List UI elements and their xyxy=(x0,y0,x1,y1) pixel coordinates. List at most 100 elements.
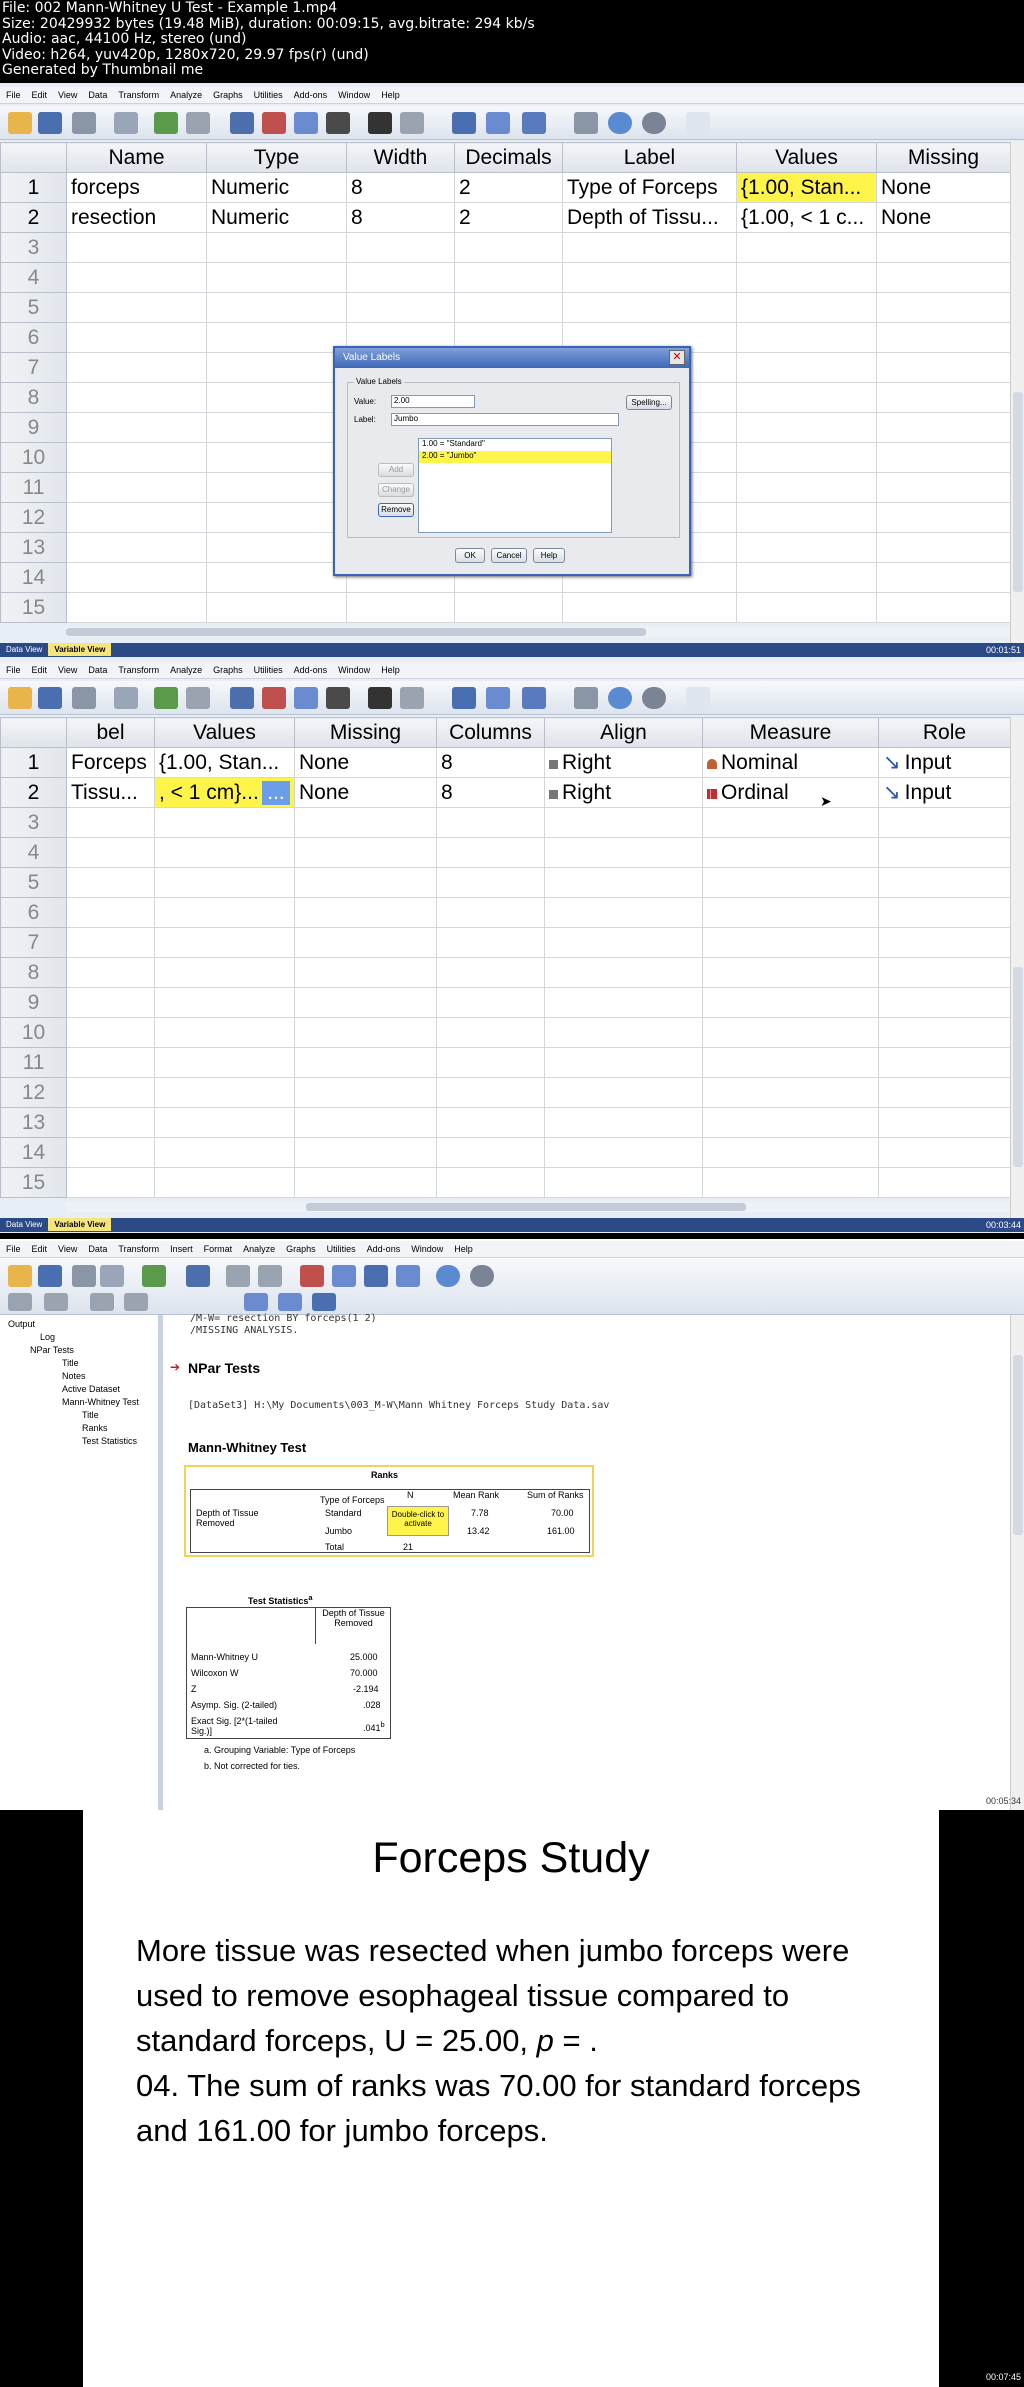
empty-cell[interactable] xyxy=(346,592,455,623)
row-number[interactable]: 13 xyxy=(0,532,67,563)
empty-cell[interactable] xyxy=(436,1017,545,1048)
cell-missing[interactable]: None xyxy=(876,172,1011,203)
row-number[interactable]: 14 xyxy=(0,562,67,593)
row-number[interactable]: 3 xyxy=(0,807,67,838)
redo-icon[interactable] xyxy=(186,687,210,709)
scroll-thumb[interactable] xyxy=(306,1203,746,1211)
empty-cell[interactable] xyxy=(206,382,347,413)
empty-cell[interactable] xyxy=(876,322,1011,353)
empty-cell[interactable] xyxy=(294,1107,437,1138)
cell-name[interactable]: resection xyxy=(66,202,207,233)
empty-cell[interactable] xyxy=(736,592,877,623)
empty-cell[interactable] xyxy=(454,592,563,623)
dialog-recall-icon[interactable] xyxy=(114,112,138,134)
menu-addons[interactable]: Add-ons xyxy=(288,662,333,675)
empty-cell[interactable] xyxy=(736,352,877,383)
tab-variable-view[interactable]: Variable View xyxy=(48,1218,112,1231)
empty-cell[interactable] xyxy=(876,232,1011,263)
label-field[interactable]: Jumbo xyxy=(391,413,619,426)
cell-align[interactable]: Right xyxy=(544,747,703,778)
empty-cell[interactable] xyxy=(206,322,347,353)
open-icon[interactable] xyxy=(8,687,32,709)
cell-measure[interactable]: Ordinal xyxy=(702,777,879,808)
empty-cell[interactable] xyxy=(66,837,155,868)
empty-cell[interactable] xyxy=(206,412,347,443)
empty-cell[interactable] xyxy=(66,927,155,958)
menu-utilities[interactable]: Utilities xyxy=(248,87,288,100)
split-file-icon[interactable] xyxy=(452,687,476,709)
empty-cell[interactable] xyxy=(878,807,1011,838)
scroll-thumb[interactable] xyxy=(1013,1355,1023,1535)
menu-analyze[interactable]: Analyze xyxy=(237,1241,280,1254)
row-number[interactable]: 1 xyxy=(0,747,67,778)
insert-heading-icon[interactable] xyxy=(312,1293,336,1311)
back-icon[interactable] xyxy=(8,1293,32,1311)
undo-icon[interactable] xyxy=(154,112,178,134)
cell-columns[interactable]: 8 xyxy=(436,747,545,778)
cell-type[interactable]: Numeric xyxy=(206,172,347,203)
vertical-scrollbar[interactable] xyxy=(1010,1315,1024,1810)
empty-cell[interactable] xyxy=(206,532,347,563)
empty-cell[interactable] xyxy=(436,1077,545,1108)
empty-cell[interactable] xyxy=(702,837,879,868)
empty-cell[interactable] xyxy=(66,412,207,443)
empty-cell[interactable] xyxy=(544,1047,703,1078)
row-number[interactable]: 13 xyxy=(0,1107,67,1138)
empty-cell[interactable] xyxy=(294,837,437,868)
menu-insert[interactable]: Insert xyxy=(164,1241,198,1254)
empty-cell[interactable] xyxy=(878,897,1011,928)
empty-cell[interactable] xyxy=(206,262,347,293)
empty-cell[interactable] xyxy=(562,292,737,323)
cell-name[interactable]: forceps xyxy=(66,172,207,203)
empty-cell[interactable] xyxy=(876,352,1011,383)
use-sets-icon[interactable] xyxy=(396,1265,420,1287)
empty-cell[interactable] xyxy=(154,867,295,898)
empty-cell[interactable] xyxy=(206,562,347,593)
scroll-thumb[interactable] xyxy=(1013,967,1023,1167)
empty-cell[interactable] xyxy=(544,987,703,1018)
scroll-thumb[interactable] xyxy=(1013,392,1023,592)
empty-cell[interactable] xyxy=(436,927,545,958)
row-number[interactable]: 8 xyxy=(0,382,67,413)
menu-file[interactable]: File xyxy=(0,1241,26,1254)
column-header-role[interactable]: Role xyxy=(878,717,1011,748)
print-icon[interactable] xyxy=(72,1265,96,1287)
empty-cell[interactable] xyxy=(294,1047,437,1078)
empty-cell[interactable] xyxy=(702,897,879,928)
empty-cell[interactable] xyxy=(154,1107,295,1138)
redo-icon[interactable] xyxy=(186,112,210,134)
row-number[interactable]: 9 xyxy=(0,412,67,443)
row-number[interactable]: 6 xyxy=(0,897,67,928)
empty-cell[interactable] xyxy=(736,562,877,593)
variables-icon[interactable] xyxy=(294,112,318,134)
save-icon[interactable] xyxy=(38,1265,62,1287)
empty-cell[interactable] xyxy=(154,897,295,928)
empty-cell[interactable] xyxy=(876,592,1011,623)
empty-cell[interactable] xyxy=(736,412,877,443)
empty-cell[interactable] xyxy=(154,987,295,1018)
add-button[interactable]: Add xyxy=(378,463,414,477)
cell-values[interactable]: {1.00, Stan... xyxy=(736,172,877,203)
show-all-icon[interactable] xyxy=(642,687,666,709)
empty-cell[interactable] xyxy=(736,232,877,263)
empty-cell[interactable] xyxy=(66,292,207,323)
open-icon[interactable] xyxy=(8,112,32,134)
show-all-icon[interactable] xyxy=(436,1265,460,1287)
print-icon[interactable] xyxy=(72,687,96,709)
empty-cell[interactable] xyxy=(66,502,207,533)
empty-cell[interactable] xyxy=(66,382,207,413)
weight-cases-icon[interactable] xyxy=(486,112,510,134)
empty-cell[interactable] xyxy=(436,897,545,928)
empty-cell[interactable] xyxy=(736,502,877,533)
menu-file[interactable]: File xyxy=(0,87,26,100)
empty-cell[interactable] xyxy=(294,1137,437,1168)
tab-variable-view[interactable]: Variable View xyxy=(48,643,112,656)
binoculars-icon[interactable] xyxy=(368,112,392,134)
menu-transform[interactable]: Transform xyxy=(112,87,164,100)
goto-case-icon[interactable] xyxy=(332,1265,356,1287)
empty-cell[interactable] xyxy=(154,1167,295,1198)
cancel-button[interactable]: Cancel xyxy=(491,548,527,563)
expand-icon[interactable] xyxy=(90,1293,114,1311)
row-number[interactable]: 5 xyxy=(0,292,67,323)
empty-cell[interactable] xyxy=(544,867,703,898)
